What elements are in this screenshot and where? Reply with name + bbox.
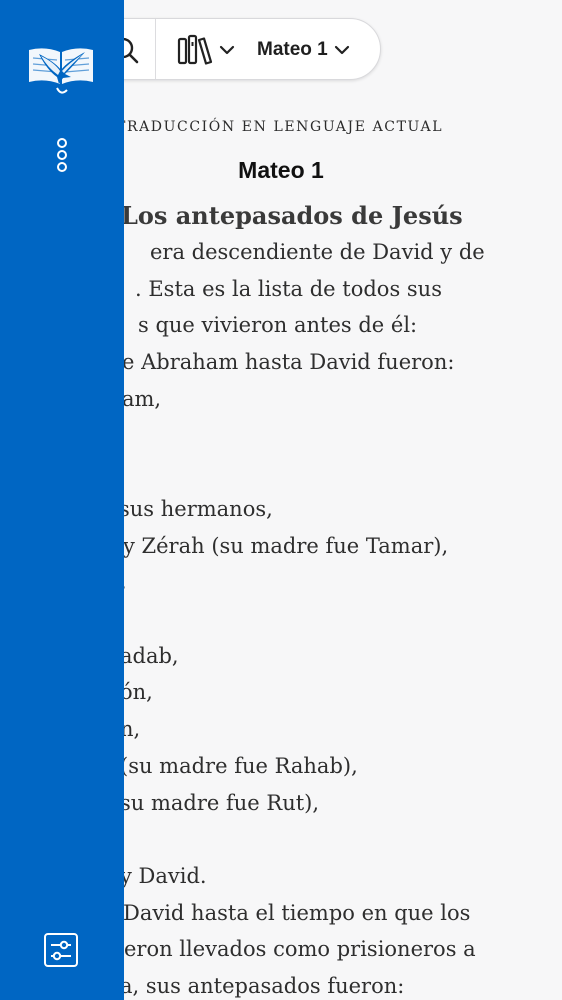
settings-button[interactable] — [43, 932, 79, 968]
verse-line: a, sus antepasados fueron: — [120, 974, 405, 998]
chapter-selector[interactable]: Mateo 1 — [257, 33, 350, 67]
bible-version-name: TRADUCCIÓN EN LENGUAJE ACTUAL — [116, 119, 444, 135]
verse-line: era descendiente de David y de — [150, 240, 485, 264]
chevron-down-icon — [334, 45, 349, 55]
verse-line: eron llevados como prisioneros a — [124, 937, 476, 961]
verse-line: ón, — [120, 680, 153, 704]
chapter-selector-label: Mateo 1 — [257, 39, 328, 60]
section-heading: Los antepasados de Jesús — [121, 201, 463, 230]
settings-sliders-icon — [44, 933, 78, 967]
library-button[interactable] — [177, 33, 239, 67]
verse-line: y David. — [120, 864, 207, 888]
verse-line: (su madre fue Rahab), — [120, 754, 358, 778]
verse-line: . Esta es la lista de todos sus — [135, 277, 442, 301]
chevron-down-icon — [219, 45, 235, 55]
verse-line: su madre fue Rut), — [120, 791, 320, 815]
verse-line: s que vivieron antes de él: — [138, 313, 418, 337]
verse-line: adab, — [120, 644, 179, 668]
verse-line: e Abraham hasta David fueron: — [122, 350, 455, 374]
app-logo[interactable] — [27, 44, 95, 98]
verse-line: am, — [122, 387, 162, 411]
verse-line: y Zérah (su madre fue Tamar), — [123, 534, 449, 558]
verse-line: sus hermanos, — [119, 497, 273, 521]
more-options-button[interactable] — [52, 137, 72, 173]
bible-eagle-logo-icon — [29, 48, 93, 94]
verse-line: David hasta el tiempo en que los — [123, 901, 471, 925]
more-options-icon — [57, 138, 67, 172]
toolbar-divider — [155, 19, 156, 79]
navigation-drawer — [0, 0, 124, 1000]
library-icon — [177, 34, 213, 65]
